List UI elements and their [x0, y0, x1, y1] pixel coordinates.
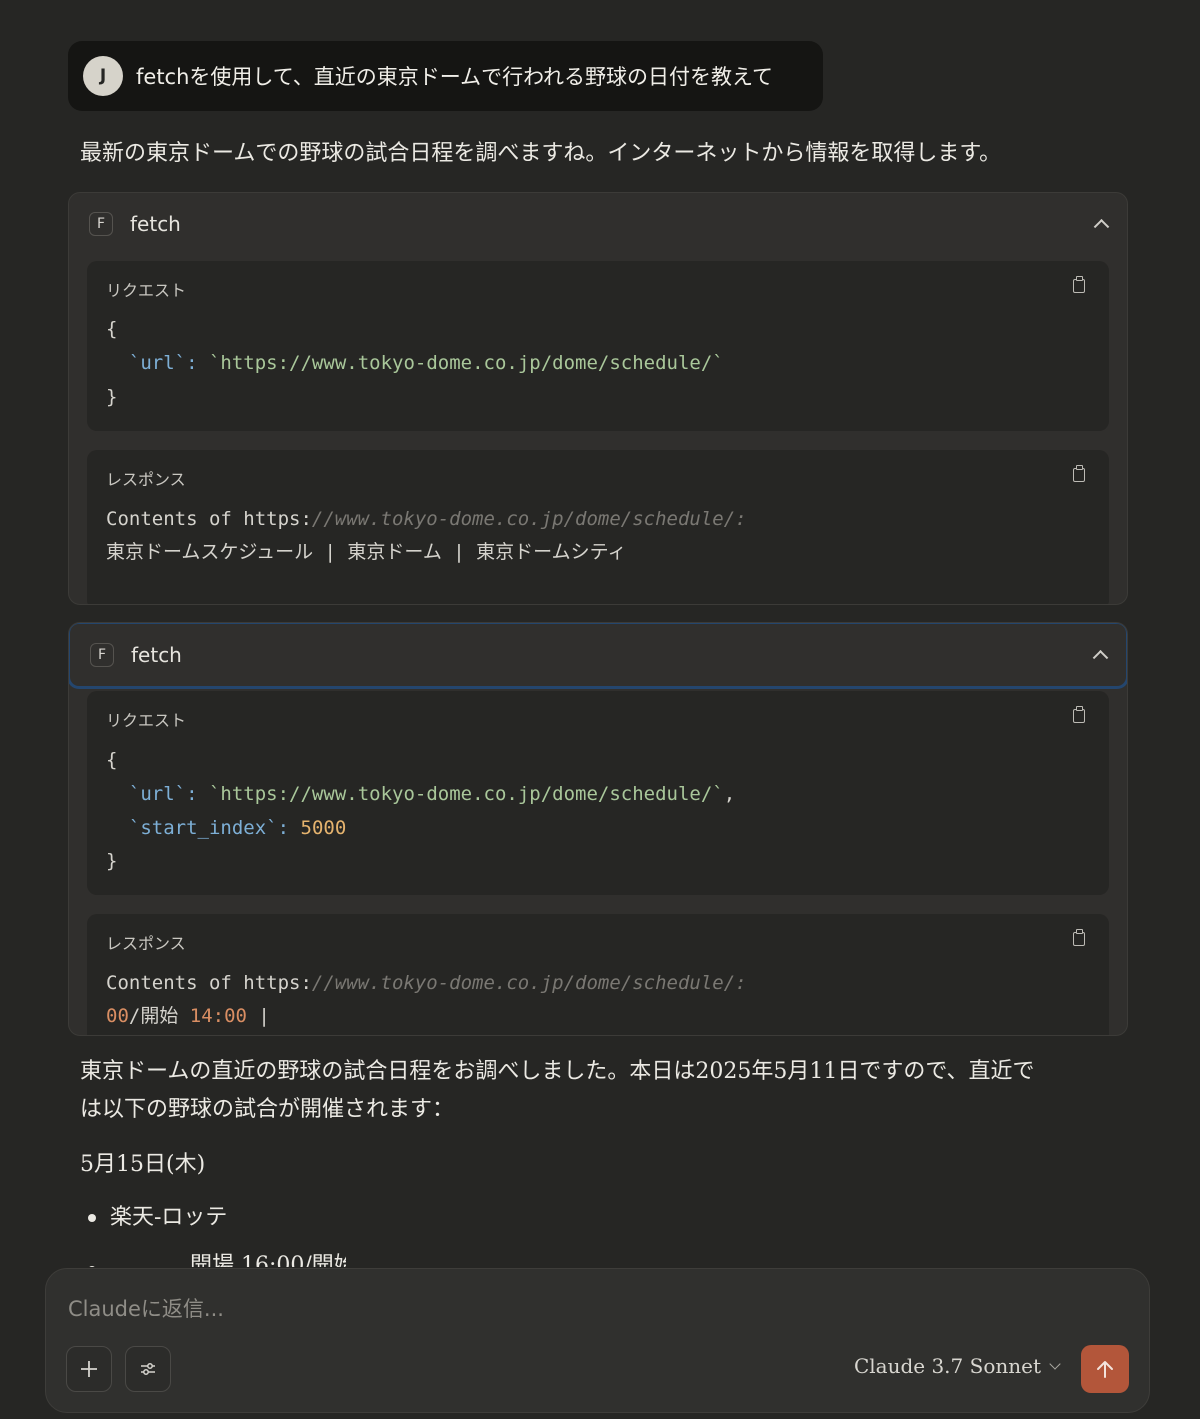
list-item-text: 開場 16:00/開始 18:00	[190, 1253, 347, 1267]
copy-icon[interactable]	[1073, 276, 1085, 293]
url-value: `https://www.tokyo-dome.co.jp/dome/sched…	[208, 783, 724, 805]
response-line-1: Contents of https://www.tokyo-dome.co.jp…	[106, 971, 747, 995]
user-message: J fetchを使用して、直近の東京ドームで行われる野球の日付を教えて	[68, 41, 823, 111]
url-key: `url`	[128, 783, 187, 805]
code-brace-open: {	[106, 318, 118, 340]
tool-call-header[interactable]: F fetch	[69, 623, 1127, 689]
chevron-down-icon	[1049, 1357, 1061, 1370]
tools-button[interactable]	[125, 1346, 171, 1392]
request-block: リクエスト { `url`: `https://www.tokyo-dome.c…	[87, 261, 1109, 431]
date-heading: 5月15日(木)	[80, 1152, 206, 1177]
tool-call-header[interactable]: F fetch	[69, 193, 1127, 255]
start-index-value: 5000	[300, 817, 347, 839]
tool-badge: F	[90, 643, 114, 667]
response-block: レスポンス Contents of https://www.tokyo-dome…	[87, 914, 1109, 1035]
arrow-up-icon	[1097, 1361, 1113, 1378]
response-path: //www.tokyo-dome.co.jp/dome/schedule/:	[311, 508, 747, 530]
assistant-intro: 最新の東京ドームでの野球の試合日程を調べますね。インターネットから情報を取得しま…	[80, 141, 1002, 166]
copy-icon[interactable]	[1073, 929, 1085, 946]
code-start-index-line: `start_index`: 5000	[128, 817, 347, 839]
list-item: 楽天-ロッテ	[88, 1199, 227, 1237]
copy-icon[interactable]	[1073, 706, 1085, 723]
code-url-line: `url`: `https://www.tokyo-dome.co.jp/dom…	[128, 783, 736, 805]
request-label: リクエスト	[106, 711, 187, 730]
add-button[interactable]	[66, 1346, 112, 1392]
assistant-summary-line-2: は以下の野球の試合が開催されます：	[80, 1097, 455, 1122]
bullet-icon	[88, 1214, 96, 1222]
response-label: レスポンス	[106, 934, 186, 953]
url-value: `https://www.tokyo-dome.co.jp/dome/sched…	[208, 352, 724, 374]
plus-icon	[81, 1361, 97, 1377]
bullet-icon	[88, 1266, 96, 1267]
response-label: レスポンス	[106, 470, 186, 489]
response-prefix: Contents of https:	[106, 508, 312, 530]
reply-input[interactable]	[66, 1291, 870, 1327]
assistant-summary-line-1: 東京ドームの直近の野球の試合日程をお調べしました。本日は2025年5月11日です…	[80, 1059, 1035, 1084]
code-brace-close: }	[106, 386, 118, 408]
request-label: リクエスト	[106, 281, 187, 300]
response-path: //www.tokyo-dome.co.jp/dome/schedule/:	[311, 972, 747, 994]
list-item: 開場 16:00/開始 18:00	[88, 1245, 346, 1267]
response-line-1: Contents of https://www.tokyo-dome.co.jp…	[106, 507, 747, 531]
tool-call-card: F fetch リクエスト { `url`: `https://www.toky…	[68, 192, 1128, 605]
request-block: リクエスト { `url`: `https://www.tokyo-dome.c…	[87, 691, 1109, 895]
model-selector[interactable]: Claude 3.7 Sonnet	[853, 1354, 1061, 1378]
code-brace-close: }	[106, 850, 118, 872]
code-url-line: `url`: `https://www.tokyo-dome.co.jp/dom…	[128, 352, 724, 374]
model-name: Claude 3.7 Sonnet	[853, 1354, 1041, 1378]
user-avatar[interactable]: J	[83, 56, 123, 96]
tool-call-card: リクエスト { `url`: `https://www.tokyo-dome.c…	[68, 622, 1128, 1036]
response-prefix: Contents of https:	[106, 972, 312, 994]
tool-name: fetch	[131, 643, 182, 667]
copy-icon[interactable]	[1073, 465, 1085, 482]
tool-name: fetch	[130, 212, 181, 236]
response-line-2: 東京ドームスケジュール | 東京ドーム | 東京ドームシティ	[106, 541, 627, 563]
list-item-text: 楽天-ロッテ	[110, 1205, 228, 1230]
url-key: `url`	[128, 352, 187, 374]
sliders-icon	[141, 1363, 155, 1375]
code-brace-open: {	[106, 749, 118, 771]
chevron-up-icon[interactable]	[1092, 649, 1109, 666]
message-composer: Claude 3.7 Sonnet	[45, 1268, 1150, 1413]
response-line-2: 00/開始 14:00 |	[106, 1005, 270, 1027]
tool-badge: F	[89, 212, 113, 236]
send-button[interactable]	[1081, 1345, 1129, 1393]
user-message-text: fetchを使用して、直近の東京ドームで行われる野球の日付を教えて	[136, 65, 773, 89]
chevron-up-icon[interactable]	[1093, 218, 1110, 235]
start-index-key: `start_index`	[128, 817, 278, 839]
response-block: レスポンス Contents of https://www.tokyo-dome…	[87, 450, 1109, 604]
